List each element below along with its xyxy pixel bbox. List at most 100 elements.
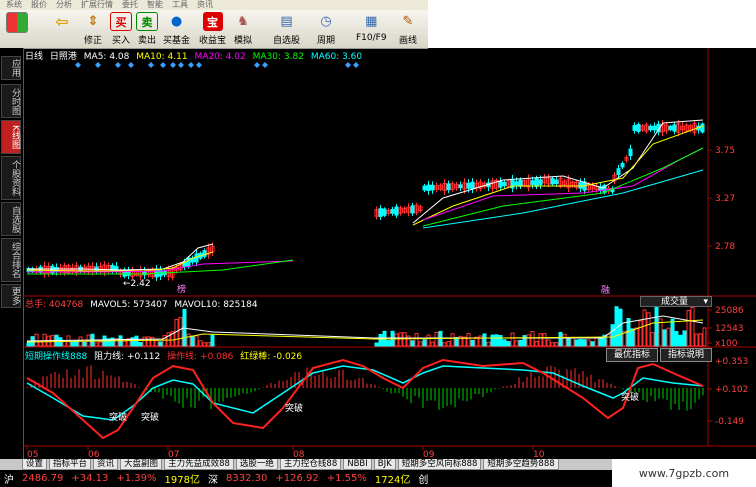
color-grid-button[interactable] xyxy=(6,12,28,46)
volume-bar xyxy=(546,339,551,347)
indicator-tab-8[interactable]: BJK xyxy=(373,459,396,470)
indicator-tab-6[interactable]: 主力控仓线88 xyxy=(279,459,342,470)
menu-item-6[interactable]: 工具 xyxy=(172,0,188,10)
volume-bar xyxy=(646,312,651,347)
stock-name: 日照港 xyxy=(49,52,77,62)
low-price-label: ←2.42 xyxy=(123,279,151,289)
event-tag-bang: 榜 xyxy=(177,283,186,295)
candle-body xyxy=(652,125,657,131)
month-tick-label: 06 xyxy=(88,450,100,459)
sidebar-item-apps[interactable]: 应用 xyxy=(1,56,21,80)
volume-bar xyxy=(610,324,615,347)
volume-bar xyxy=(662,329,667,347)
volume-bar xyxy=(510,332,515,347)
buy-button[interactable]: 买 买入 xyxy=(110,12,132,46)
menu-item-3[interactable]: 扩展行情 xyxy=(81,0,113,10)
candle-body xyxy=(470,181,475,190)
signal-marker xyxy=(178,62,184,68)
adjust-button[interactable]: ⇕ 修正 xyxy=(83,12,103,46)
indicator-tab-0[interactable]: 设置 xyxy=(22,459,48,470)
volume-bar xyxy=(418,341,423,347)
sh-amount: 1978亿 xyxy=(164,475,200,486)
signal-marker xyxy=(254,62,260,68)
volume-bar xyxy=(682,330,687,347)
indicator-help-button[interactable]: 指标说明 xyxy=(660,348,712,362)
volume-bar xyxy=(98,341,103,347)
indicator-tick-label: -0.149 xyxy=(715,417,744,427)
indicator-tab-3[interactable]: 大盘副图 xyxy=(120,459,163,470)
menu-item-4[interactable]: 委托 xyxy=(122,0,138,10)
volume-bar xyxy=(134,335,139,347)
sz-pct: +1.55% xyxy=(326,473,367,484)
period-label: 日线 xyxy=(25,52,44,62)
sell-button[interactable]: 卖 卖出 xyxy=(136,12,158,46)
sz-board: 创 xyxy=(418,475,429,486)
indicator-tab-1[interactable]: 指标平台 xyxy=(49,459,92,470)
chart-canvas[interactable]: 3.753.272.78←2.42榜 融2508612543x100突破 突破突破突… xyxy=(23,48,756,459)
fund-label: 买基金 xyxy=(163,36,191,46)
sidebar-item-intraday[interactable]: 分时图 xyxy=(1,84,21,118)
watchlist-button[interactable]: ▤ 自选股 xyxy=(273,12,300,46)
sell-label: 卖出 xyxy=(137,36,156,46)
volume-bar xyxy=(666,327,671,347)
draw-button[interactable]: ✎ 画线 xyxy=(398,12,418,46)
sidebar-item-ranking[interactable]: 综合排名 xyxy=(1,238,21,282)
volume-bar xyxy=(198,340,203,347)
sidebar-item-kline[interactable]: K线图 xyxy=(1,120,21,154)
candle-body xyxy=(700,123,705,133)
indicator-tab-bar: 设置 指标平台 资讯 大盘副图 主力先益成效88 选股一绝 主力控仓线88 NBBI BJK 短期… xyxy=(0,459,612,470)
volume-bar xyxy=(450,333,455,347)
volume-bar xyxy=(454,337,459,347)
chart-area[interactable]: 3.75 3.27 2.78 ←2.42 榜融 25086 12543 x100 突破 突破 突破突… xyxy=(23,48,756,459)
candle-body xyxy=(538,179,543,186)
ma10-line-2 xyxy=(412,125,704,226)
volume-bar xyxy=(26,342,31,347)
candle-body xyxy=(632,125,637,131)
volume-bar xyxy=(166,332,171,347)
volume-bar xyxy=(466,332,471,347)
volume-bar xyxy=(506,341,511,347)
breakout-annotation: 突破 xyxy=(109,411,127,423)
sh-index: 2486.79 xyxy=(22,473,64,484)
volume-bar xyxy=(638,320,643,347)
indicator-tab-9[interactable]: 短期多空风向标888 xyxy=(397,459,482,470)
indicator-tab-10[interactable]: 短期多空趋势888 xyxy=(483,459,559,470)
menu-item-7[interactable]: 资讯 xyxy=(197,0,213,10)
volume-bar xyxy=(606,333,611,347)
signal-marker xyxy=(128,62,134,68)
sidebar-item-watchlist[interactable]: 自选股 xyxy=(1,202,21,236)
candle-body xyxy=(530,180,535,185)
volume-bar xyxy=(34,333,39,347)
indicator-tab-4[interactable]: 主力先益成效88 xyxy=(164,459,234,470)
f10-button[interactable]: ▦ F10/F9 xyxy=(356,12,387,46)
watchlist-label: 自选股 xyxy=(273,36,301,46)
signal-marker xyxy=(196,62,202,68)
menu-item-0[interactable]: 系统 xyxy=(6,0,22,10)
buy-fund-button[interactable]: ● 买基金 xyxy=(163,12,190,46)
candle-body xyxy=(410,205,415,214)
candle-body xyxy=(382,208,387,216)
volume-bar xyxy=(582,339,587,347)
sh-change: +34.13 xyxy=(71,473,109,484)
indicator-tab-5[interactable]: 选股一绝 xyxy=(235,459,278,470)
menu-item-2[interactable]: 分析 xyxy=(56,0,72,10)
indicator-tab-7[interactable]: NBBI xyxy=(343,459,372,470)
period-button[interactable]: ◷ 周期 xyxy=(316,12,336,46)
simulate-icon: ♞ xyxy=(237,14,249,29)
volume-bar xyxy=(178,316,183,347)
volume-bar xyxy=(190,335,195,347)
sidebar-item-profile[interactable]: 个股资料 xyxy=(1,156,21,200)
indicator-tab-2[interactable]: 资讯 xyxy=(93,459,119,470)
volume-dropdown[interactable]: 成交量 ▾ xyxy=(640,296,712,307)
best-indicator-button[interactable]: 最优指标 xyxy=(606,348,658,362)
period-label: 周期 xyxy=(316,36,335,46)
sidebar-item-more[interactable]: 更多 xyxy=(1,284,21,308)
volume-bar xyxy=(690,306,695,347)
sidebar: 应用 分时图 K线图 个股资料 自选股 综合排名 更多 xyxy=(0,48,24,468)
menu-item-5[interactable]: 智能 xyxy=(147,0,163,10)
back-button[interactable]: ⇦ xyxy=(52,12,72,46)
treasure-button[interactable]: 宝 收益宝 xyxy=(199,12,226,46)
simulate-button[interactable]: ♞ 模拟 xyxy=(233,12,253,46)
volume-bar xyxy=(554,342,559,347)
menu-item-1[interactable]: 报价 xyxy=(31,0,47,10)
